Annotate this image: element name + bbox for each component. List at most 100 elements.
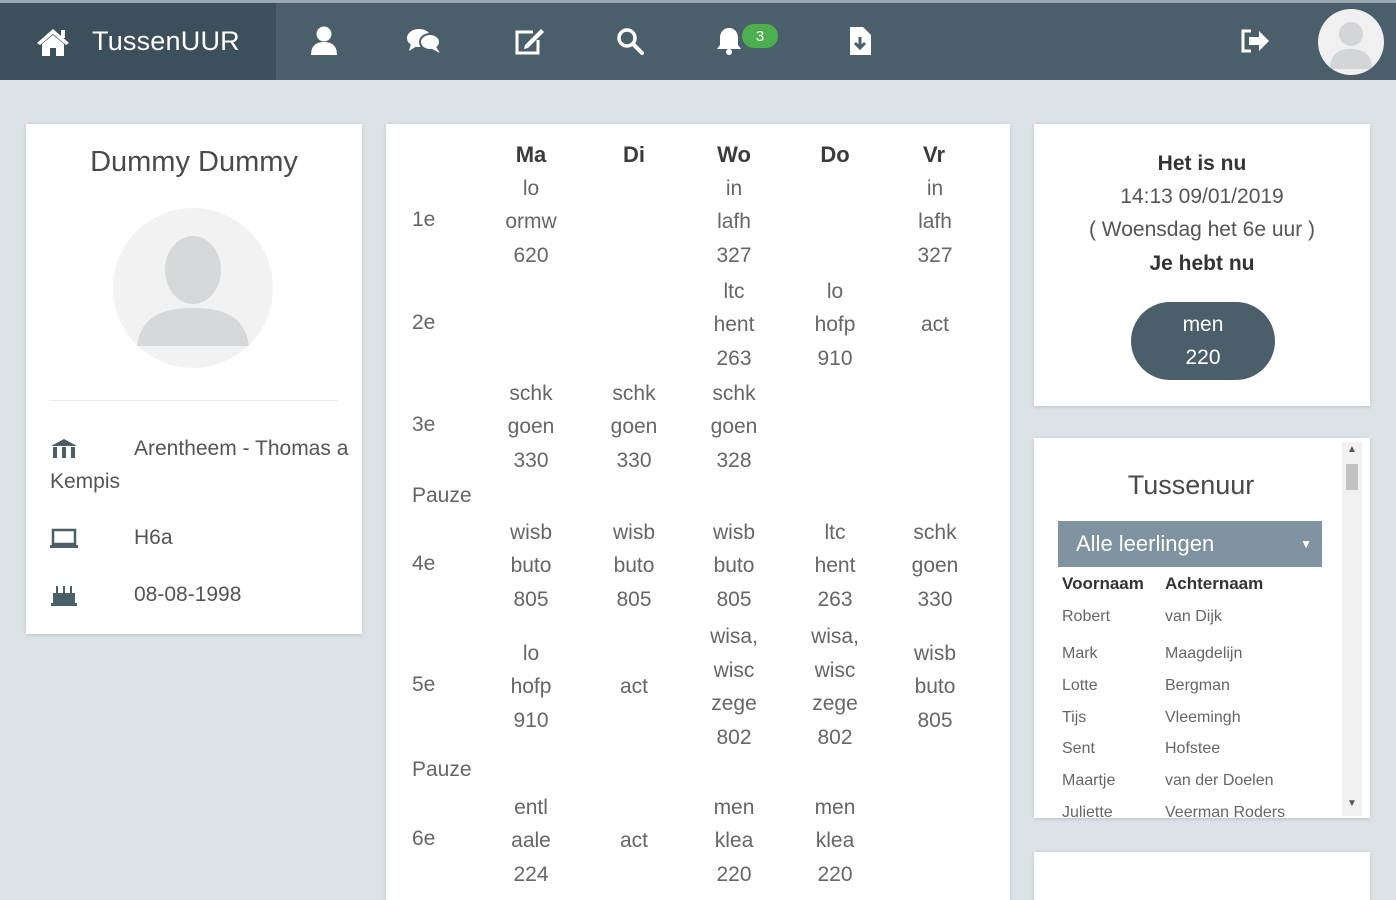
profile-avatar (113, 208, 273, 368)
lesson-cell[interactable]: men klea 220 (684, 791, 784, 892)
lesson-line: lo (522, 641, 540, 665)
lesson-line: entl (514, 795, 548, 819)
lesson-line: 805 (616, 587, 652, 611)
lesson-cell[interactable]: schk goen 328 (684, 377, 784, 478)
user-avatar[interactable] (1318, 9, 1384, 75)
lesson-line: hent (814, 554, 856, 578)
lesson-line: buto (914, 675, 956, 699)
lesson-cell[interactable]: in lafh 327 (885, 172, 985, 273)
tussenuur-card: Tussenuur Alle leerlingen ▼ Voornaam Ach… (1034, 438, 1370, 818)
lesson-line: 805 (917, 708, 953, 732)
lesson-cell[interactable]: act (584, 670, 684, 704)
edit-icon (515, 29, 544, 55)
top-navbar: TussenUUR 3 (0, 0, 1396, 80)
lesson-line: ltc (824, 520, 846, 544)
lesson-line: 910 (513, 708, 549, 732)
lesson-line: aale (511, 829, 551, 853)
lesson-cell[interactable]: in lafh 327 (684, 172, 784, 273)
now-datetime: 14:13 09/01/2019 (1120, 185, 1284, 208)
col-header-last-name: Achternaam (1165, 574, 1264, 593)
lesson-cell[interactable]: lo ormw 620 (481, 172, 581, 273)
lesson-line: wisb (612, 520, 655, 544)
lesson-line: 330 (917, 587, 953, 611)
lesson-line: wisb (913, 641, 956, 665)
lesson-cell[interactable]: wisb buto 805 (885, 637, 985, 738)
lesson-line: 910 (817, 346, 853, 370)
lesson-cell[interactable]: ltc hent 263 (684, 275, 784, 376)
lesson-cell[interactable]: schk goen 330 (885, 516, 985, 617)
day-header-do: Do (820, 142, 850, 167)
now-title: Het is nu (1157, 152, 1247, 175)
notifications-nav-button[interactable] (711, 23, 747, 59)
period-label: 1e (412, 208, 436, 231)
lesson-cell[interactable]: act (885, 308, 985, 342)
school-name: Arentheem - Thomas a Kempis (50, 437, 349, 493)
brand-name: TussenUUR (92, 26, 240, 56)
lesson-cell[interactable]: wisb buto 805 (481, 516, 581, 617)
lesson-cell[interactable]: wisb buto 805 (684, 516, 784, 617)
search-icon (617, 28, 644, 55)
student-last-name: van Dijk (1165, 608, 1222, 625)
lesson-cell[interactable]: wisa, wisc zege 802 (785, 620, 885, 754)
day-header-di: Di (623, 142, 645, 167)
day-header-wo: Wo (717, 142, 751, 167)
scroll-thumb[interactable] (1346, 464, 1358, 490)
lesson-line: 263 (716, 346, 752, 370)
lesson-cell[interactable]: act (584, 824, 684, 858)
notification-count-badge: 3 (742, 24, 778, 48)
laptop-icon (50, 528, 78, 548)
lesson-cell[interactable]: ltc hent 263 (785, 516, 885, 617)
file-download-icon (850, 27, 871, 55)
student-last-name: Bergman (1165, 677, 1230, 694)
tussenuur-title: Tussenuur (1127, 470, 1255, 500)
lesson-cell[interactable]: schk goen 330 (584, 377, 684, 478)
profile-nav-button[interactable] (306, 23, 342, 59)
lesson-cell[interactable]: wisb buto 805 (584, 516, 684, 617)
now-have-label: Je hebt nu (1149, 252, 1255, 275)
student-last-name: Veerman Roders (1165, 804, 1286, 818)
dropdown-caret-icon: ▼ (1300, 537, 1312, 551)
lesson-line: in (926, 176, 944, 200)
lesson-cell[interactable]: lo hofp 910 (481, 637, 581, 738)
scroll-up-arrow-icon[interactable]: ▲ (1342, 444, 1362, 455)
lesson-line: schk (913, 520, 957, 544)
student-last-name: Vleemingh (1165, 709, 1241, 726)
lesson-cell[interactable]: schk goen 330 (481, 377, 581, 478)
lesson-line: hent (713, 313, 755, 337)
download-nav-button[interactable] (842, 23, 878, 59)
scroll-down-arrow-icon[interactable]: ▼ (1342, 798, 1362, 809)
lesson-line: wisb (509, 520, 552, 544)
user-icon (311, 26, 337, 55)
lesson-cell[interactable]: lo hofp 910 (785, 275, 885, 376)
pause-label: Pauze (412, 758, 472, 781)
pause-label: Pauze (412, 484, 472, 507)
student-last-name: Maagdelijn (1165, 645, 1243, 662)
lesson-line: wisa, (811, 625, 859, 648)
lesson-cell[interactable]: men klea 220 (785, 791, 885, 892)
profile-card: Dummy Dummy Arentheem - Thomas a Kempis … (26, 124, 362, 634)
school-row: Arentheem - Thomas a Kempis (50, 432, 350, 498)
student-first-name: Juliette (1062, 804, 1113, 818)
student-filter-select[interactable]: Alle leerlingen ▼ (1058, 521, 1322, 567)
lesson-line: klea (815, 829, 855, 853)
lesson-line: wisc (814, 658, 856, 682)
student-filter-value: Alle leerlingen (1076, 531, 1215, 556)
student-first-name: Tijs (1062, 709, 1087, 726)
lesson-cell[interactable]: wisa, wisc zege 802 (684, 620, 784, 754)
period-label: 3e (412, 413, 436, 436)
student-last-name: van der Doelen (1165, 772, 1274, 789)
lesson-line: 328 (716, 448, 752, 472)
lesson-line: hofp (814, 313, 856, 337)
search-nav-button[interactable] (612, 23, 648, 59)
brand-home-link[interactable]: TussenUUR (0, 3, 276, 80)
current-subject: men (1182, 313, 1224, 336)
student-list-scrollbar[interactable]: ▲ ▼ (1342, 442, 1362, 816)
logout-nav-button[interactable] (1237, 23, 1273, 59)
lesson-line: in (725, 176, 743, 200)
current-lesson-pill[interactable]: men 220 (1131, 302, 1275, 380)
lesson-line: wisb (712, 520, 755, 544)
edit-nav-button[interactable] (511, 23, 547, 59)
messages-nav-button[interactable] (406, 23, 442, 59)
lesson-cell[interactable]: entl aale 224 (481, 791, 581, 892)
period-label: 5e (412, 673, 436, 696)
